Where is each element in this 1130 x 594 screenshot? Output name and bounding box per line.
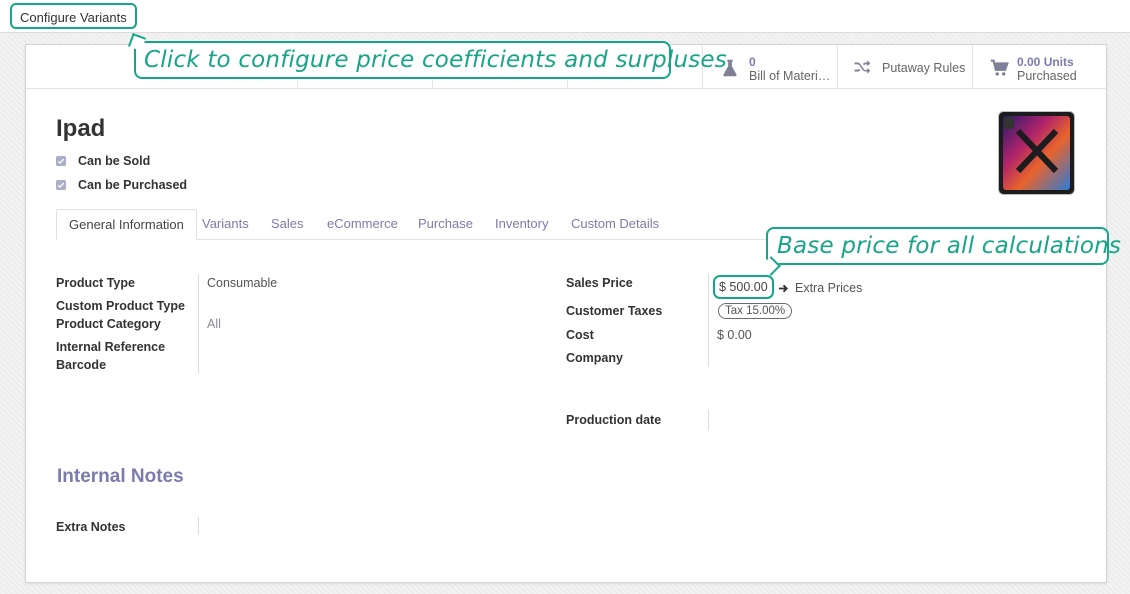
extra-notes-separator: [198, 517, 199, 535]
tab-sales[interactable]: Sales: [271, 209, 304, 239]
product-type-field[interactable]: Consumable: [207, 276, 277, 290]
base-price-callout: Base price for all calculations: [761, 227, 1121, 276]
can-be-sold-label: Can be Sold: [78, 154, 151, 168]
company-label: Company: [566, 351, 623, 365]
purchased-button[interactable]: 0.00 Units Purchased: [972, 45, 1107, 88]
bom-count: 0: [749, 55, 756, 69]
barcode-label: Barcode: [56, 358, 107, 372]
internal-notes-heading: Internal Notes: [57, 466, 184, 487]
base-price-callout-text: Base price for all calculations: [777, 233, 1122, 259]
customer-taxes-label: Customer Taxes: [566, 304, 663, 318]
cost-label: Cost: [566, 328, 594, 342]
product-type-label: Product Type: [56, 276, 135, 290]
tab-ecommerce[interactable]: eCommerce: [327, 209, 398, 239]
left-field-separator: [198, 274, 199, 373]
configure-callout: Click to configure price coefficients an…: [128, 33, 727, 79]
configure-callout-text: Click to configure price coefficients an…: [144, 47, 727, 73]
product-category-field[interactable]: All: [207, 317, 221, 331]
arrow-right-icon: [778, 284, 789, 292]
extra-notes-label: Extra Notes: [56, 520, 126, 534]
tab-general-information[interactable]: General Information: [56, 209, 197, 240]
product-category-label: Product Category: [56, 317, 161, 331]
can-be-purchased-checkbox[interactable]: [56, 180, 66, 190]
purchased-count: 0.00 Units: [1017, 55, 1074, 69]
can-be-sold-checkbox[interactable]: [56, 156, 66, 166]
putaway-rules-button[interactable]: Putaway Rules: [837, 45, 972, 88]
tab-purchase[interactable]: Purchase: [418, 209, 473, 239]
tax-badge[interactable]: Tax 15.00%: [718, 303, 793, 319]
right-field-separator: [708, 274, 709, 367]
production-date-label: Production date: [566, 413, 662, 427]
cart-icon: [989, 57, 1011, 79]
cost-field[interactable]: $ 0.00: [717, 328, 752, 342]
can-be-sold-row: Can be Sold: [56, 152, 150, 170]
product-image[interactable]: [998, 111, 1075, 195]
can-be-purchased-label: Can be Purchased: [78, 178, 188, 192]
custom-product-type-label: Custom Product Type: [56, 299, 185, 313]
shuffle-icon: [851, 58, 873, 80]
sales-price-field[interactable]: $ 500.00: [713, 275, 774, 299]
putaway-rules-label: Putaway Rules: [882, 61, 966, 75]
extra-prices-link[interactable]: Extra Prices: [778, 281, 862, 295]
sales-price-label: Sales Price: [566, 276, 633, 290]
tab-variants[interactable]: Variants: [202, 209, 249, 239]
purchased-label: Purchased: [1017, 69, 1077, 83]
configure-variants-button[interactable]: Configure Variants: [10, 3, 137, 29]
top-bar: Configure Variants: [0, 0, 1130, 33]
bom-label: Bill of Materi…: [749, 69, 831, 83]
production-date-separator: [708, 410, 709, 430]
product-form-sheet: 0 Bill of Materi… Putaway Rules 0.00 Uni…: [25, 44, 1107, 583]
tab-inventory[interactable]: Inventory: [495, 209, 548, 239]
tab-custom-details[interactable]: Custom Details: [571, 209, 659, 239]
product-name[interactable]: Ipad: [56, 115, 105, 143]
internal-reference-label: Internal Reference: [56, 340, 166, 354]
can-be-purchased-row: Can be Purchased: [56, 176, 187, 194]
extra-prices-label: Extra Prices: [795, 281, 863, 295]
